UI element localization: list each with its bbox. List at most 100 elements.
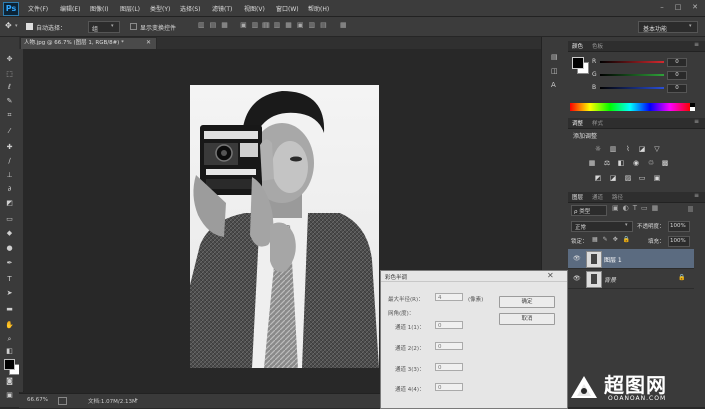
- layer-row[interactable]: 👁 背景 🔒: [568, 269, 694, 289]
- foreground-color-swatch[interactable]: [4, 359, 15, 370]
- quick-mask-icon[interactable]: ◙: [5, 377, 14, 385]
- menu-type[interactable]: 类型(Y): [150, 4, 170, 13]
- zoom-tool-icon[interactable]: ⌕: [5, 335, 14, 343]
- close-icon[interactable]: ✕: [690, 3, 700, 12]
- color-spectrum-bar[interactable]: [570, 103, 690, 111]
- menu-file[interactable]: 文件(F): [28, 4, 48, 13]
- invert-icon[interactable]: ◩: [594, 174, 602, 182]
- panel-menu-icon[interactable]: ≡: [694, 192, 699, 199]
- color-lookup-icon[interactable]: ▩: [661, 159, 669, 167]
- tab-color[interactable]: 颜色: [572, 42, 583, 50]
- channel-2-input[interactable]: 0: [435, 342, 463, 350]
- menu-filter[interactable]: 滤镜(T): [212, 4, 232, 13]
- auto-select-dropdown[interactable]: 组 ▾: [88, 21, 120, 33]
- spectrum-white[interactable]: [690, 107, 695, 111]
- maximize-icon[interactable]: □: [673, 3, 683, 12]
- quick-select-tool-icon[interactable]: ✎: [5, 97, 14, 105]
- status-arrow-icon[interactable]: ▸: [135, 396, 138, 403]
- menu-layer[interactable]: 图层(L): [120, 4, 140, 13]
- fill-input[interactable]: 100%: [668, 236, 690, 247]
- color-balance-icon[interactable]: ⚖: [603, 159, 611, 167]
- marquee-tool-icon[interactable]: ⬚: [5, 70, 14, 78]
- properties-panel-icon[interactable]: ◫: [551, 67, 558, 75]
- opacity-input[interactable]: 100%: [668, 221, 690, 232]
- screen-mode-icon[interactable]: ▣: [5, 391, 14, 399]
- color-fg-swatch[interactable]: [572, 57, 584, 69]
- channel-b-value[interactable]: 0: [667, 84, 687, 93]
- layer-row[interactable]: 👁 图层 1: [568, 249, 694, 269]
- channel-r-slider[interactable]: [600, 61, 664, 63]
- photo-filter-icon[interactable]: ◉: [632, 159, 640, 167]
- channel-g-value[interactable]: 0: [667, 71, 687, 80]
- channel-3-input[interactable]: 0: [435, 363, 463, 371]
- history-panel-icon[interactable]: ▤: [551, 53, 558, 61]
- layer-name[interactable]: 背景: [604, 275, 616, 284]
- panel-menu-icon[interactable]: ≡: [694, 41, 699, 48]
- stamp-tool-icon[interactable]: ⊥: [5, 171, 14, 179]
- healing-brush-tool-icon[interactable]: ✚: [5, 143, 14, 151]
- curves-icon[interactable]: ⌇: [624, 145, 632, 153]
- black-white-icon[interactable]: ◧: [617, 159, 625, 167]
- menu-image[interactable]: 图像(I): [90, 4, 108, 13]
- menu-edit[interactable]: 编辑(E): [60, 4, 80, 13]
- ok-button[interactable]: 确定: [499, 296, 555, 308]
- tab-adjustments[interactable]: 调整: [572, 119, 583, 127]
- layer-name[interactable]: 图层 1: [604, 255, 622, 264]
- cancel-button[interactable]: 取消: [499, 313, 555, 325]
- visibility-eye-icon[interactable]: 👁: [573, 255, 581, 262]
- menu-window[interactable]: 窗口(W): [276, 4, 299, 13]
- pen-tool-icon[interactable]: ✒: [5, 259, 14, 267]
- distribute-buttons-icon[interactable]: ▤▥▦▣▥▤: [262, 21, 332, 29]
- max-radius-input[interactable]: 4: [435, 293, 463, 301]
- tab-styles[interactable]: 样式: [592, 119, 603, 127]
- blur-tool-icon[interactable]: ◆: [5, 229, 14, 237]
- gradient-map-icon[interactable]: ▭: [638, 174, 646, 182]
- auto-select-checkbox[interactable]: [26, 23, 33, 30]
- exposure-icon[interactable]: ◪: [638, 145, 646, 153]
- default-colors-icon[interactable]: ◧: [5, 347, 14, 355]
- threshold-icon[interactable]: ▨: [624, 174, 632, 182]
- posterize-icon[interactable]: ◪: [609, 174, 617, 182]
- channel-1-input[interactable]: 0: [435, 321, 463, 329]
- lock-icons[interactable]: ▦✎✥🔒: [592, 236, 635, 243]
- show-transform-checkbox[interactable]: [130, 23, 137, 30]
- move-tool-icon[interactable]: ✥: [5, 55, 14, 63]
- menu-view[interactable]: 视图(V): [244, 4, 265, 13]
- channel-g-slider[interactable]: [600, 74, 664, 76]
- status-menu-icon[interactable]: [58, 397, 67, 405]
- visibility-eye-icon[interactable]: 👁: [573, 275, 581, 282]
- layer-filter-dropdown[interactable]: ρ 类型: [571, 205, 607, 216]
- minimize-icon[interactable]: –: [657, 3, 667, 12]
- levels-icon[interactable]: ▥: [609, 145, 617, 153]
- menu-select[interactable]: 选择(S): [180, 4, 201, 13]
- dialog-close-icon[interactable]: ✕: [547, 271, 554, 280]
- brightness-contrast-icon[interactable]: ☼: [594, 145, 602, 153]
- brush-tool-icon[interactable]: ∕: [5, 157, 14, 165]
- move-tool-icon[interactable]: ✥: [5, 21, 12, 30]
- gradient-tool-icon[interactable]: ▭: [5, 215, 14, 223]
- dialog-title-bar[interactable]: 彩色半调 ✕: [381, 271, 567, 282]
- channel-mixer-icon[interactable]: ♲: [647, 159, 655, 167]
- document-tab[interactable]: 人物.jpg @ 66.7% (图层 1, RGB/8#) *: [20, 37, 157, 49]
- filter-toggle-icon[interactable]: [688, 206, 693, 212]
- zoom-level[interactable]: 66.67%: [27, 397, 48, 403]
- type-tool-icon[interactable]: T: [5, 275, 14, 283]
- vibrance-icon[interactable]: ▽: [653, 145, 661, 153]
- character-panel-icon[interactable]: A: [551, 81, 556, 89]
- close-tab-icon[interactable]: ✕: [146, 39, 151, 46]
- menu-help[interactable]: 帮助(H): [308, 4, 329, 13]
- eyedropper-tool-icon[interactable]: ⁄: [5, 127, 14, 135]
- tab-channels[interactable]: 通道: [592, 193, 603, 201]
- tab-paths[interactable]: 路径: [612, 193, 623, 201]
- dodge-tool-icon[interactable]: ●: [5, 244, 14, 252]
- hand-tool-icon[interactable]: ✋: [5, 321, 14, 329]
- auto-align-icon[interactable]: ▦: [340, 21, 347, 29]
- selective-color-icon[interactable]: ▣: [653, 174, 661, 182]
- blend-mode-dropdown[interactable]: 正常 ▾: [571, 221, 633, 232]
- workspace-dropdown[interactable]: 基本功能 ▾: [638, 21, 698, 33]
- layer-filter-icons[interactable]: ▣◐T▭▦: [612, 204, 662, 212]
- hue-saturation-icon[interactable]: ▦: [588, 159, 596, 167]
- crop-tool-icon[interactable]: ⌗: [5, 111, 14, 119]
- lasso-tool-icon[interactable]: ℓ: [5, 83, 14, 91]
- tab-swatches[interactable]: 色板: [592, 42, 603, 50]
